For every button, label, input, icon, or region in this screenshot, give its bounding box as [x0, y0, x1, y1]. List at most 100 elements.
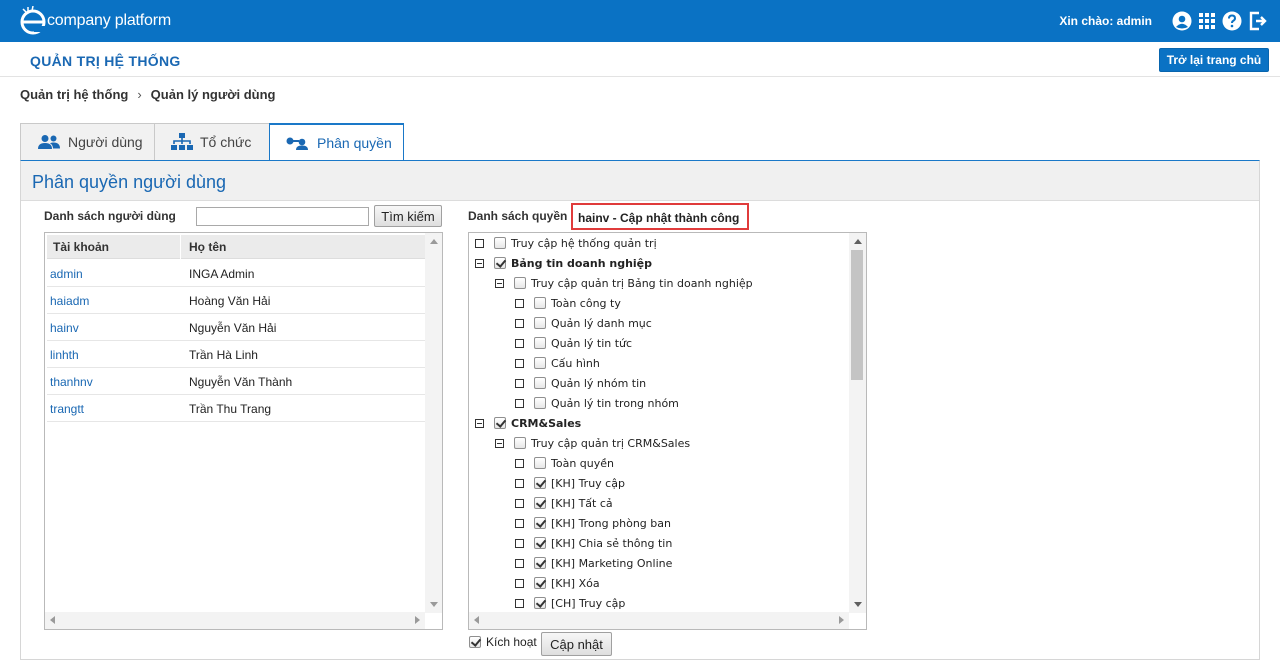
- tab-users[interactable]: Người dùng: [20, 123, 155, 160]
- table-row[interactable]: trangtt Trần Thu Trang: [47, 395, 426, 422]
- permission-checkbox[interactable]: [534, 357, 546, 369]
- collapse-toggle-icon[interactable]: [475, 258, 484, 268]
- tree-node-label: Truy cập quản trị CRM&Sales: [531, 436, 691, 450]
- table-row[interactable]: linhth Trần Hà Linh: [47, 341, 426, 368]
- vertical-scrollbar[interactable]: [849, 233, 866, 613]
- tree-leaf-box: [515, 498, 524, 508]
- permission-checkbox[interactable]: [534, 557, 546, 569]
- permission-checkbox[interactable]: [534, 457, 546, 469]
- table-row[interactable]: hainv Nguyễn Văn Hải: [47, 314, 426, 341]
- tree-node-label: [KH] Chia sẻ thông tin: [551, 536, 673, 550]
- tree-node[interactable]: [KH] Trong phòng ban: [515, 513, 671, 533]
- tab-organization[interactable]: Tổ chức: [154, 123, 270, 160]
- row-fullname: Nguyễn Văn Hải: [189, 321, 277, 335]
- tree-node[interactable]: [KH] Xóa: [515, 573, 600, 593]
- collapse-toggle-icon[interactable]: [475, 418, 484, 428]
- search-button[interactable]: Tìm kiếm: [374, 205, 442, 227]
- permission-checkbox[interactable]: [534, 397, 546, 409]
- collapse-toggle-icon[interactable]: [495, 438, 504, 448]
- permission-checkbox[interactable]: [534, 497, 546, 509]
- scroll-right-arrow-icon[interactable]: [839, 616, 844, 624]
- permission-checkbox[interactable]: [534, 577, 546, 589]
- tree-node[interactable]: Quản lý tin trong nhóm: [515, 393, 679, 413]
- scroll-down-arrow-icon[interactable]: [430, 602, 438, 607]
- apps-grid-icon[interactable]: [1197, 11, 1217, 31]
- org-chart-icon: [171, 133, 193, 150]
- tree-node-label: Bảng tin doanh nghiệp: [511, 256, 653, 270]
- permission-checkbox[interactable]: [514, 277, 526, 289]
- table-row[interactable]: admin INGA Admin: [47, 260, 426, 287]
- breadcrumb-item-admin[interactable]: Quản trị hệ thống: [20, 87, 128, 102]
- scroll-left-arrow-icon[interactable]: [474, 616, 479, 624]
- logout-icon[interactable]: [1248, 11, 1268, 31]
- column-account[interactable]: Tài khoản: [53, 240, 109, 254]
- tab-bar: Người dùng Tổ chức Phân quyền: [20, 123, 404, 161]
- scroll-up-arrow-icon[interactable]: [854, 239, 862, 244]
- tree-node-label: Cấu hình: [551, 356, 600, 370]
- permission-checkbox[interactable]: [514, 437, 526, 449]
- row-account[interactable]: linhth: [50, 348, 79, 362]
- permission-checkbox[interactable]: [494, 257, 506, 269]
- tree-node[interactable]: [KH] Tất cả: [515, 493, 613, 513]
- vertical-scrollbar[interactable]: [425, 233, 442, 613]
- tree-node[interactable]: [KH] Truy cập: [515, 473, 625, 493]
- tree-node[interactable]: Quản lý danh mục: [515, 313, 652, 333]
- collapse-toggle-icon[interactable]: [495, 278, 504, 288]
- tree-leaf-box: [515, 298, 524, 308]
- tree-node[interactable]: Toàn quyền: [515, 453, 614, 473]
- scroll-thumb[interactable]: [851, 250, 863, 380]
- tree-leaf-box: [475, 238, 484, 248]
- tree-node[interactable]: CRM&Sales: [475, 413, 581, 433]
- permission-checkbox[interactable]: [534, 517, 546, 529]
- row-account[interactable]: haiadm: [50, 294, 89, 308]
- help-icon[interactable]: [1222, 11, 1242, 31]
- permission-checkbox[interactable]: [494, 237, 506, 249]
- table-row[interactable]: haiadm Hoàng Văn Hải: [47, 287, 426, 314]
- tree-node[interactable]: [KH] Chia sẻ thông tin: [515, 533, 672, 553]
- panel-header: Phân quyền người dùng: [21, 161, 1259, 201]
- scroll-left-arrow-icon[interactable]: [50, 616, 55, 624]
- permission-checkbox[interactable]: [494, 417, 506, 429]
- activate-checkbox[interactable]: [469, 636, 481, 648]
- row-account[interactable]: trangtt: [50, 402, 84, 416]
- user-circle-icon[interactable]: [1172, 11, 1192, 31]
- permission-checkbox[interactable]: [534, 597, 546, 609]
- row-account[interactable]: thanhnv: [50, 375, 93, 389]
- company-logo[interactable]: company platform: [20, 5, 171, 37]
- tree-leaf-box: [515, 398, 524, 408]
- tab-permissions[interactable]: Phân quyền: [269, 123, 404, 161]
- tree-node-label: [CH] Truy cập: [551, 596, 626, 610]
- tree-node[interactable]: Truy cập quản trị CRM&Sales: [495, 433, 690, 453]
- permission-checkbox[interactable]: [534, 477, 546, 489]
- column-fullname[interactable]: Họ tên: [189, 240, 226, 254]
- scroll-right-arrow-icon[interactable]: [415, 616, 420, 624]
- permission-checkbox[interactable]: [534, 297, 546, 309]
- permission-checkbox[interactable]: [534, 337, 546, 349]
- page-header: QUẢN TRỊ HỆ THỐNG Trở lại trang chủ: [0, 42, 1280, 77]
- user-search-input[interactable]: [196, 207, 369, 226]
- tree-node[interactable]: Quản lý tin tức: [515, 333, 632, 353]
- tree-node[interactable]: Truy cập quản trị Bảng tin doanh nghiệp: [495, 273, 753, 293]
- permission-checkbox[interactable]: [534, 377, 546, 389]
- tree-node[interactable]: [KH] Marketing Online: [515, 553, 672, 573]
- activate-option[interactable]: Kích hoạt: [469, 635, 537, 649]
- tree-node[interactable]: Toàn công ty: [515, 293, 621, 313]
- update-button[interactable]: Cập nhật: [541, 632, 612, 656]
- row-account[interactable]: admin: [50, 267, 83, 281]
- scroll-up-arrow-icon[interactable]: [430, 239, 438, 244]
- tree-leaf-box: [515, 538, 524, 548]
- tree-node[interactable]: [CH] Truy cập: [515, 593, 625, 613]
- permission-checkbox[interactable]: [534, 317, 546, 329]
- table-row[interactable]: thanhnv Nguyễn Văn Thành: [47, 368, 426, 395]
- scroll-down-arrow-icon[interactable]: [854, 602, 862, 607]
- horizontal-scrollbar[interactable]: [45, 612, 425, 629]
- tree-node[interactable]: Quản lý nhóm tin: [515, 373, 646, 393]
- tree-node[interactable]: Cấu hình: [515, 353, 600, 373]
- back-home-button[interactable]: Trở lại trang chủ: [1159, 48, 1269, 72]
- horizontal-scrollbar[interactable]: [469, 612, 849, 629]
- tree-node-label: [KH] Trong phòng ban: [551, 516, 671, 530]
- row-account[interactable]: hainv: [50, 321, 79, 335]
- tree-node[interactable]: Bảng tin doanh nghiệp: [475, 253, 652, 273]
- permission-checkbox[interactable]: [534, 537, 546, 549]
- tree-node[interactable]: Truy cập hệ thống quản trị: [475, 233, 657, 253]
